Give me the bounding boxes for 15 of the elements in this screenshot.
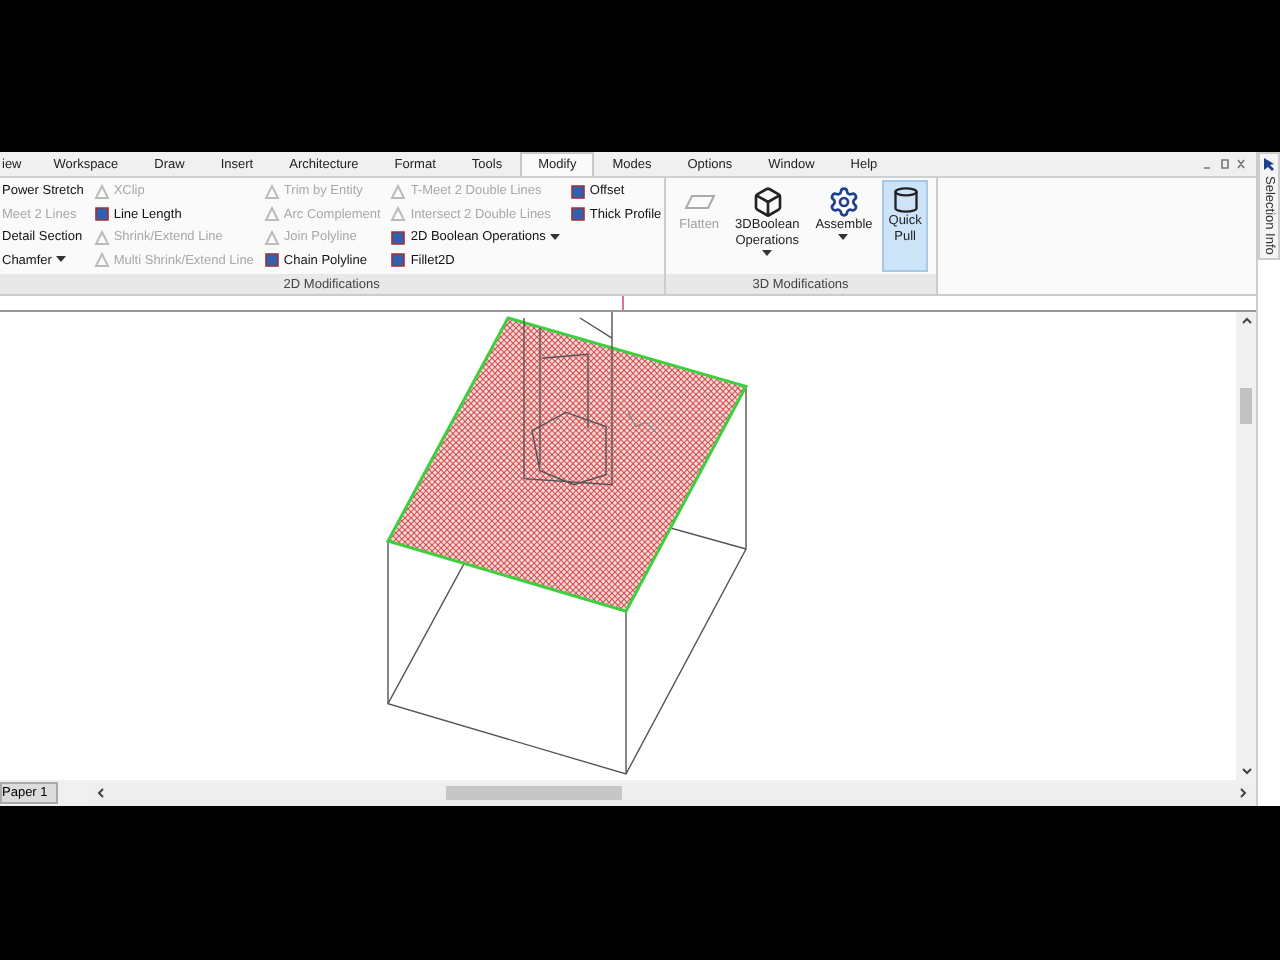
caret-icon: [838, 234, 849, 243]
caret-icon: [55, 256, 66, 265]
gear-icon: [827, 186, 860, 218]
scroll-up-icon[interactable]: [1241, 316, 1251, 326]
window-controls-icon[interactable]: [1200, 154, 1248, 174]
scroll-right-icon[interactable]: [1238, 788, 1248, 798]
caret-icon: [549, 233, 560, 242]
scrollbar-thumb[interactable]: [445, 786, 622, 800]
caret-icon: [762, 250, 773, 259]
cylinder-icon: [891, 186, 920, 214]
pointer-icon: [1262, 158, 1276, 172]
box-icon: [751, 186, 784, 218]
scroll-down-icon[interactable]: [1241, 766, 1251, 776]
scroll-left-icon[interactable]: [95, 788, 106, 798]
scrollbar-thumb[interactable]: [1240, 388, 1252, 424]
